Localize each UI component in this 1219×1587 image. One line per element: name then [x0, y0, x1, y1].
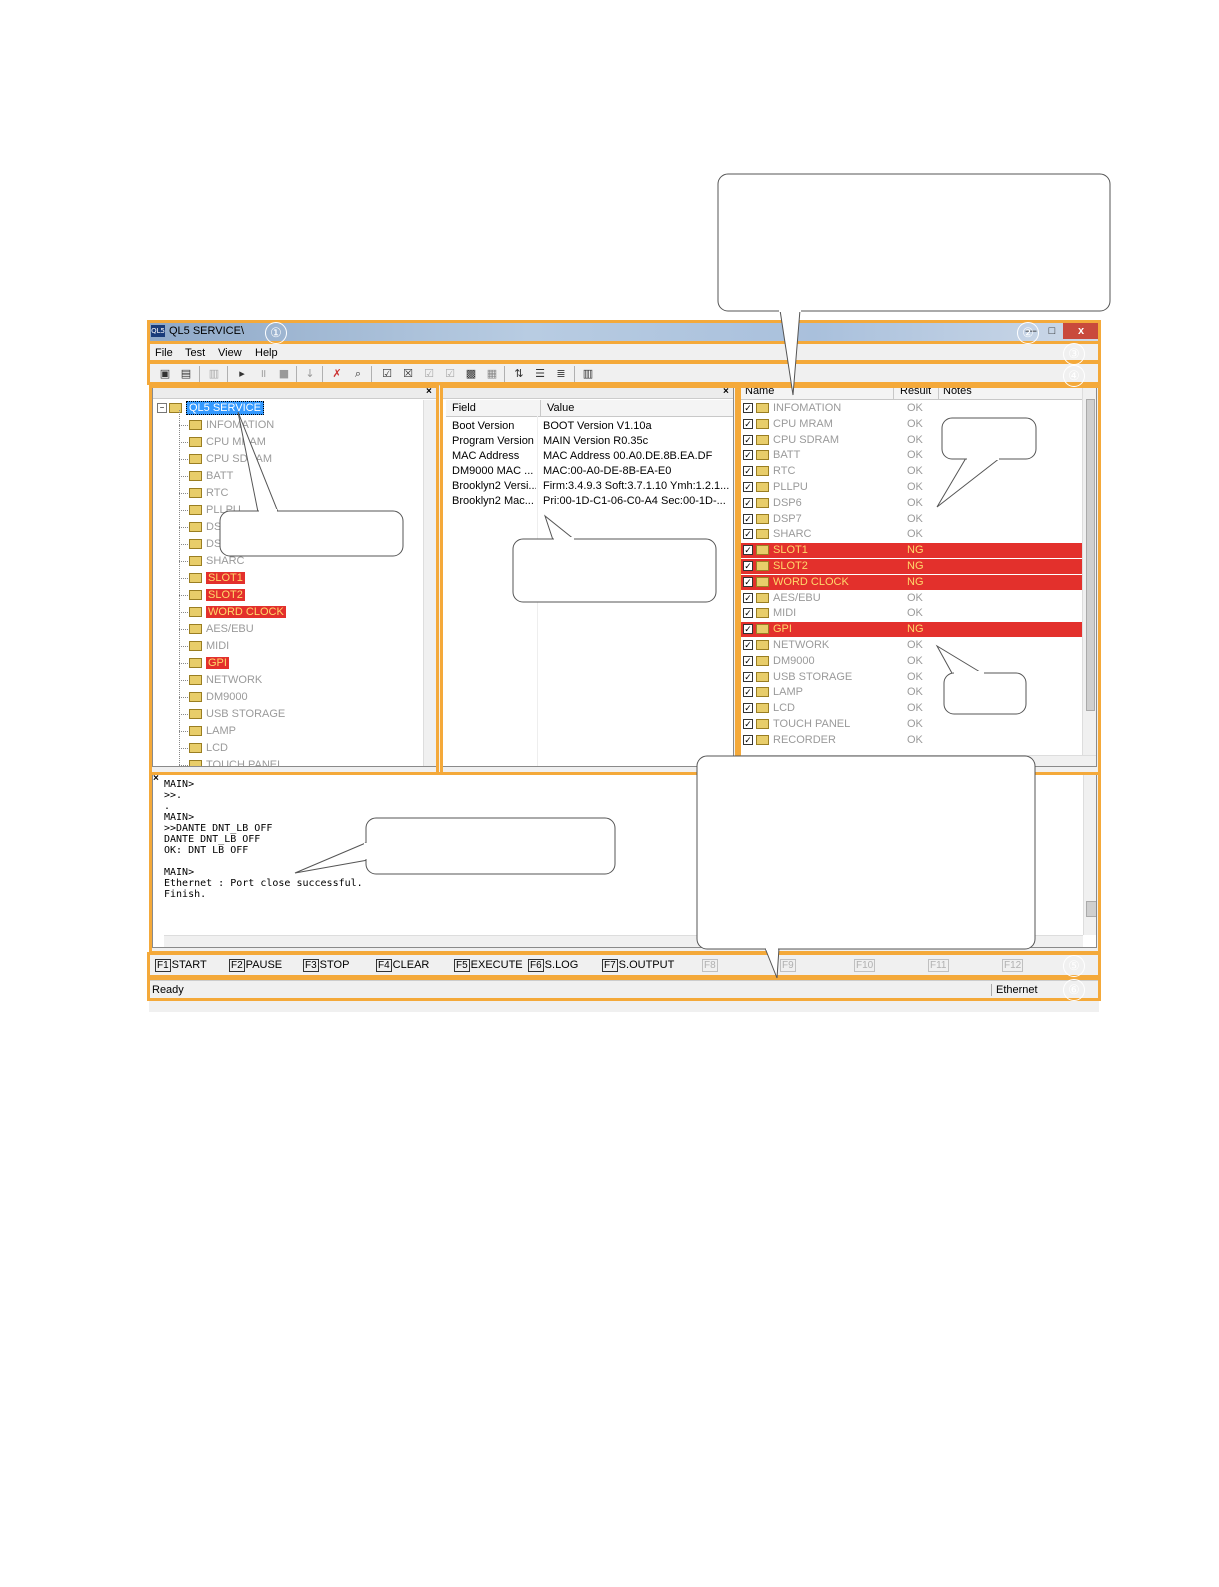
callout-fkeys-pointer — [764, 947, 780, 979]
callout-results — [717, 173, 1111, 312]
callout-layer — [219, 173, 1111, 979]
callout-tree-pointer — [237, 411, 279, 513]
callout-info — [512, 538, 717, 603]
callout-fkeys — [696, 755, 1036, 950]
callout-ng-pointer — [935, 644, 986, 676]
callout-info-pointer — [543, 514, 576, 541]
callout-ok — [941, 417, 1037, 460]
callout-console — [365, 817, 616, 875]
callout-console-pointer — [294, 841, 369, 874]
callout-tree — [219, 510, 404, 557]
callout-results-pointer — [779, 309, 801, 396]
callout-ng — [943, 672, 1027, 715]
callout-ok-pointer — [936, 457, 1001, 508]
